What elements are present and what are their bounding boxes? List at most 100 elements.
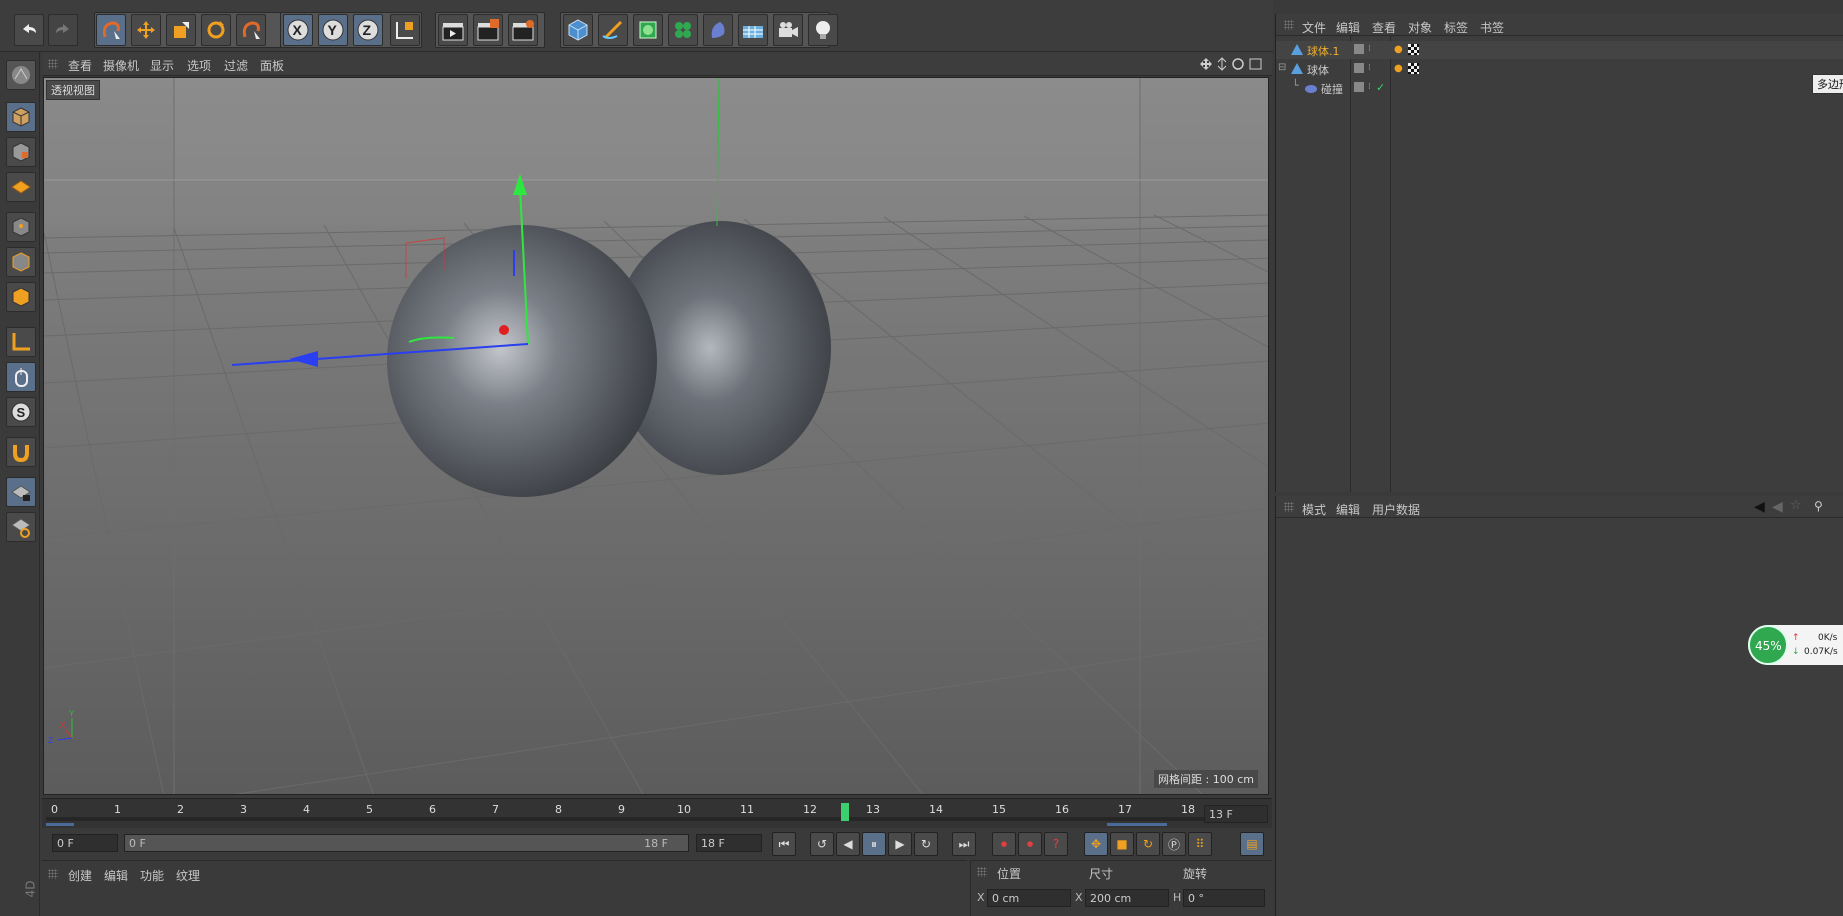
- preview-range-slider[interactable]: 0 F 18 F: [124, 834, 689, 852]
- material-menu-create[interactable]: 创建: [68, 867, 92, 884]
- visibility-dots-icon[interactable]: ⁞: [1368, 63, 1371, 73]
- planar-workplane-button[interactable]: [6, 512, 36, 542]
- om-menu-view[interactable]: 查看: [1372, 19, 1396, 36]
- layer-icon[interactable]: [1354, 82, 1364, 92]
- move-tool-button[interactable]: [131, 14, 161, 46]
- floor-button[interactable]: [738, 14, 768, 46]
- collapse-toggle-icon[interactable]: ⊟: [1278, 62, 1286, 73]
- viewport-menu-filter[interactable]: 过滤: [224, 57, 248, 74]
- x-size-field[interactable]: 200 cm: [1085, 889, 1169, 907]
- visibility-dots-icon[interactable]: ⁞: [1368, 82, 1371, 92]
- layer-icon[interactable]: [1354, 63, 1364, 73]
- go-to-end-button[interactable]: ⏭: [952, 832, 976, 856]
- previous-key-button[interactable]: ↺: [810, 832, 834, 856]
- autokey-button[interactable]: ⏺: [1018, 832, 1042, 856]
- material-menu-texture[interactable]: 纹理: [176, 867, 200, 884]
- viewport-menu-display[interactable]: 显示: [150, 57, 174, 74]
- render-settings-button[interactable]: [508, 14, 538, 46]
- key-position-button[interactable]: ✥: [1084, 832, 1108, 856]
- previous-frame-button[interactable]: ◀: [836, 832, 860, 856]
- object-name[interactable]: 碰撞: [1321, 81, 1343, 97]
- rotate-tool-button[interactable]: [201, 14, 231, 46]
- viewport-menu-panel[interactable]: 面板: [260, 57, 284, 74]
- current-frame-field[interactable]: 13 F: [1204, 805, 1268, 823]
- subdivision-surface-button[interactable]: [633, 14, 663, 46]
- render-view-button[interactable]: [438, 14, 468, 46]
- record-keys-button[interactable]: ⏺: [992, 832, 1016, 856]
- grip-icon[interactable]: [977, 867, 987, 877]
- visibility-dots-icon[interactable]: ⁞: [1368, 44, 1371, 54]
- star-icon[interactable]: ☆: [1790, 498, 1802, 513]
- tweak-mode-button[interactable]: [6, 362, 36, 392]
- start-frame-field[interactable]: 0 F: [52, 834, 118, 852]
- viewport-menu-options[interactable]: 选项: [187, 57, 211, 74]
- timeline-playhead[interactable]: [841, 803, 849, 821]
- texture-tag-icon[interactable]: [1408, 63, 1419, 74]
- pen-spline-button[interactable]: [598, 14, 628, 46]
- keyframe-selection-button[interactable]: ?: [1044, 832, 1068, 856]
- coordinate-system-button[interactable]: [390, 14, 420, 46]
- object-row[interactable]: 球体.1 ⁞ ●: [1276, 41, 1843, 59]
- next-frame-button[interactable]: ▶: [888, 832, 912, 856]
- scale-tool-button[interactable]: [166, 14, 196, 46]
- x-position-field[interactable]: 0 cm: [987, 889, 1071, 907]
- texture-mode-button[interactable]: [6, 137, 36, 167]
- y-axis-lock-button[interactable]: Y: [318, 14, 348, 46]
- z-axis-lock-button[interactable]: Z: [353, 14, 383, 46]
- cloner-button[interactable]: [668, 14, 698, 46]
- axis-mode-button[interactable]: [6, 327, 36, 357]
- om-menu-tags[interactable]: 标签: [1444, 19, 1468, 36]
- forward-arrow-icon[interactable]: ◀: [1772, 499, 1783, 515]
- object-row[interactable]: └ 碰撞 ⁞ ✓: [1276, 79, 1843, 97]
- polygons-mode-button[interactable]: [6, 282, 36, 312]
- om-menu-objects[interactable]: 对象: [1408, 19, 1432, 36]
- light-button[interactable]: [808, 14, 838, 46]
- layer-icon[interactable]: [1354, 44, 1364, 54]
- pause-button[interactable]: ⏸: [862, 832, 886, 856]
- edges-mode-button[interactable]: [6, 247, 36, 277]
- viewport-nav-icons[interactable]: [1200, 57, 1266, 71]
- workplane-button[interactable]: [6, 172, 36, 202]
- om-menu-edit[interactable]: 编辑: [1336, 19, 1360, 36]
- key-scale-button[interactable]: ■: [1110, 832, 1134, 856]
- object-pivot-point[interactable]: [499, 325, 509, 335]
- render-to-picture-viewer-button[interactable]: [473, 14, 503, 46]
- object-row[interactable]: ⊟ 球体 ⁞ ●: [1276, 60, 1843, 78]
- x-axis-lock-button[interactable]: X: [283, 14, 313, 46]
- redo-button[interactable]: [48, 14, 78, 46]
- snap-button[interactable]: S: [6, 397, 36, 427]
- key-parameter-button[interactable]: Ⓟ: [1162, 832, 1186, 856]
- next-key-button[interactable]: ↻: [914, 832, 938, 856]
- material-menu-edit[interactable]: 编辑: [104, 867, 128, 884]
- sphere-front-selected[interactable]: [387, 225, 657, 497]
- h-rotation-field[interactable]: 0 °: [1183, 889, 1265, 907]
- object-name[interactable]: 球体.1: [1307, 43, 1340, 59]
- enabled-check-icon[interactable]: ✓: [1376, 81, 1385, 94]
- model-mode-button[interactable]: [6, 102, 36, 132]
- camera-button[interactable]: [773, 14, 803, 46]
- viewport-menu-view[interactable]: 查看: [68, 57, 92, 74]
- om-menu-file[interactable]: 文件: [1302, 19, 1326, 36]
- texture-tag-icon[interactable]: [1408, 44, 1419, 55]
- object-name[interactable]: 球体: [1307, 62, 1329, 78]
- undo-button[interactable]: [14, 14, 44, 46]
- end-frame-field[interactable]: 18 F: [696, 834, 762, 852]
- viewport-menu-cameras[interactable]: 摄像机: [103, 57, 139, 74]
- timeline-window-button[interactable]: ▤: [1240, 832, 1264, 856]
- grip-icon[interactable]: [48, 869, 58, 879]
- perspective-viewport[interactable]: Y X Z 透视视图 网格间距 : 100 cm: [43, 77, 1269, 795]
- grip-icon[interactable]: [1284, 502, 1294, 512]
- am-menu-mode[interactable]: 模式: [1302, 501, 1326, 518]
- am-menu-edit[interactable]: 编辑: [1336, 501, 1360, 518]
- grip-icon[interactable]: [1284, 20, 1294, 30]
- search-icon[interactable]: ⚲: [1814, 499, 1823, 513]
- recent-tool-button[interactable]: [236, 14, 266, 46]
- cube-object-button[interactable]: [563, 14, 593, 46]
- am-menu-user-data[interactable]: 用户数据: [1372, 501, 1420, 518]
- back-arrow-icon[interactable]: ◀: [1754, 499, 1765, 515]
- locked-workplane-button[interactable]: [6, 477, 36, 507]
- rigid-body-tag-icon[interactable]: ●: [1394, 44, 1403, 55]
- network-speed-widget[interactable]: 45% ↑ 0K/s ↓ 0.07K/s: [1748, 625, 1843, 665]
- points-mode-button[interactable]: [6, 212, 36, 242]
- timeline-ruler[interactable]: 0 1 2 3 4 5 6 7 8 9 10 11 12 13 14 15 16…: [42, 798, 1272, 828]
